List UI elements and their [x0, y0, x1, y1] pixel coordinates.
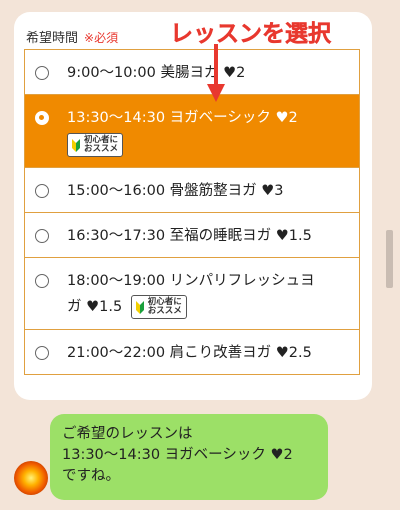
lesson-option-1[interactable]: 9:00～10:00 美腸ヨガ ♥2 — [25, 50, 359, 94]
lesson-option-6[interactable]: 21:00～22:00 肩こり改善ヨガ ♥2.5 — [25, 329, 359, 374]
radio-button[interactable] — [35, 229, 49, 243]
beginner-leaf-icon — [72, 139, 80, 152]
lesson-option-3[interactable]: 15:00～16:00 骨盤筋整ヨガ ♥3 — [25, 167, 359, 212]
chat-line-2: 13:30～14:30 ヨガベーシック ♥2 — [62, 447, 293, 463]
lesson-option-2[interactable]: 13:30～14:30 ヨガベーシック ♥2 初心者に おススメ — [25, 94, 359, 167]
lesson-option-label-line-2: ガ ♥1.5 — [67, 299, 123, 315]
required-mark: ※必須 — [84, 31, 119, 45]
scrollbar-thumb[interactable] — [386, 230, 393, 288]
lesson-option-label: 21:00～22:00 肩こり改善ヨガ ♥2.5 — [67, 345, 312, 361]
radio-button[interactable] — [35, 66, 49, 80]
bot-avatar — [14, 461, 48, 495]
radio-button[interactable] — [35, 184, 49, 198]
lesson-option-label: 15:00～16:00 骨盤筋整ヨガ ♥3 — [67, 183, 284, 199]
radio-button[interactable] — [35, 274, 49, 288]
field-label: 希望時間 ※必須 — [26, 27, 118, 46]
chat-line-1: ご希望のレッスンは — [62, 426, 193, 442]
chat-line-3: ですね。 — [62, 468, 120, 484]
annotation-callout: レッスンを選択 — [170, 21, 331, 47]
badge-line-2: おススメ — [84, 144, 119, 154]
radio-button-selected[interactable] — [35, 111, 49, 125]
lesson-option-list: 9:00～10:00 美腸ヨガ ♥2 13:30～14:30 ヨガベーシック ♥… — [24, 49, 360, 375]
chat-bubble: ご希望のレッスンは 13:30～14:30 ヨガベーシック ♥2 ですね。 — [50, 414, 328, 500]
lesson-option-label-line-1: 18:00～19:00 リンパリフレッシュヨ — [67, 273, 315, 289]
lesson-option-label: 13:30～14:30 ヨガベーシック ♥2 — [67, 110, 298, 126]
annotation-arrow-icon — [207, 44, 225, 102]
radio-button[interactable] — [35, 346, 49, 360]
badge-line-2: おススメ — [147, 306, 182, 316]
lesson-option-4[interactable]: 16:30～17:30 至福の睡眠ヨガ ♥1.5 — [25, 212, 359, 257]
beginner-leaf-icon — [135, 301, 144, 314]
lesson-option-label: 16:30～17:30 至福の睡眠ヨガ ♥1.5 — [67, 228, 312, 244]
lesson-form-card: 希望時間 ※必須 9:00～10:00 美腸ヨガ ♥2 13:30～14:30 ヨ… — [14, 12, 372, 400]
lesson-option-5[interactable]: 18:00～19:00 リンパリフレッシュヨ ガ ♥1.5 初心者に おススメ — [25, 257, 359, 329]
beginner-badge: 初心者に おススメ — [130, 295, 187, 319]
beginner-badge: 初心者に おススメ — [67, 133, 124, 157]
field-label-text: 希望時間 — [26, 31, 79, 46]
